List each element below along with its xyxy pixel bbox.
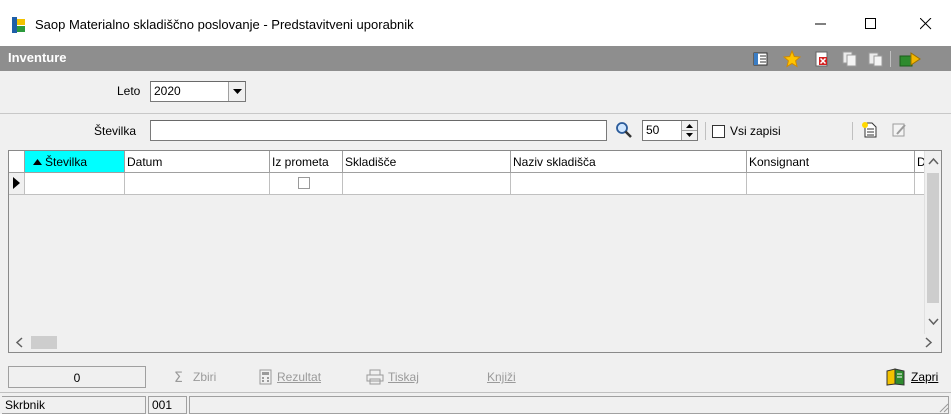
status-code-value: 001 [152,398,173,412]
horizontal-scrollbar[interactable] [9,334,941,352]
table-cell[interactable] [270,173,343,195]
scroll-left-icon[interactable] [11,334,28,351]
status-bar: Skrbnik 001 [0,392,951,414]
record-count: 0 [8,366,146,388]
table-cell[interactable] [25,173,125,195]
sort-ascending-icon [33,159,42,165]
divider [0,113,951,114]
current-row-arrow-icon [13,177,20,189]
close-icon [920,18,932,30]
table-cell[interactable] [343,173,511,195]
post-button[interactable]: Knjiži [487,366,516,388]
delete-document-icon[interactable] [813,50,831,68]
scroll-right-icon[interactable] [920,334,937,351]
status-message [189,396,949,414]
table-cell[interactable] [511,173,747,195]
svg-text:Σ: Σ [174,370,183,385]
number-label: Številka [94,124,137,138]
year-label: Leto [117,84,141,98]
paste-icon[interactable] [866,50,884,68]
calculator-icon [259,369,272,385]
scroll-up-icon[interactable] [925,153,942,170]
column-header-naziv-skladisca[interactable]: Naziv skladišča [511,151,747,173]
column-header-iz-prometa[interactable]: Iz prometa [270,151,343,173]
favorite-star-icon[interactable] [783,50,801,68]
sum-button-label: Zbiri [193,370,217,384]
column-header-skladisce[interactable]: Skladišče [343,151,511,173]
window-title: Saop Materialno skladiščno poslovanje - … [35,17,414,32]
post-button-label: Knjiži [487,370,516,384]
resize-grip-icon[interactable] [937,401,949,413]
page-size-stepper[interactable]: 50 [642,120,698,141]
sigma-icon: Σ [174,370,183,385]
column-header-label: Številka [45,155,88,169]
all-records-checkbox[interactable] [712,125,725,138]
maximize-icon [865,18,876,29]
column-header-konsignant[interactable]: Konsignant [747,151,915,173]
new-document-icon[interactable] [861,121,879,139]
all-records-label: Vsi zapisi [730,124,781,138]
column-header-label: Konsignant [749,155,810,169]
close-form-button-label: Zapri [911,370,939,384]
column-header-stevilka[interactable]: Številka [25,151,125,173]
close-form-button[interactable]: Zapri [885,366,938,388]
edit-document-icon[interactable] [890,121,908,139]
maximize-button[interactable] [848,8,894,40]
year-select[interactable]: 2020 [150,81,246,102]
window-titlebar: Saop Materialno skladiščno poslovanje - … [0,0,951,46]
toolbar-separator [852,122,853,140]
status-user-value: Skrbnik [5,398,46,412]
close-book-icon [886,368,905,386]
scrollbar-thumb[interactable] [31,336,57,349]
toolbar-separator [705,122,706,140]
minimize-icon [815,23,826,25]
print-button[interactable]: Tiskaj [366,366,419,388]
sum-button[interactable]: Σ Zbiri [173,366,216,388]
close-button[interactable] [903,8,949,40]
year-dropdown-button[interactable] [228,82,245,101]
table-cell[interactable] [747,173,915,195]
section-title: Inventure [8,50,67,65]
scrollbar-thumb[interactable] [927,173,939,303]
stepper-buttons[interactable] [681,121,697,140]
minimize-button[interactable] [798,8,844,40]
column-header-label: Skladišče [345,155,397,169]
print-button-label: Tiskaj [388,370,419,384]
vertical-scrollbar[interactable] [924,151,941,334]
printer-icon [366,369,384,385]
column-header-label: Iz prometa [272,155,329,169]
exit-icon[interactable] [899,50,921,68]
row-indicator-header [9,151,25,173]
year-value: 2020 [154,84,181,98]
scroll-down-icon[interactable] [925,313,942,330]
number-search-input[interactable] [150,120,607,141]
page-size-value: 50 [646,123,660,137]
iz-prometa-checkbox[interactable] [298,177,310,189]
record-count-value: 0 [73,371,81,385]
result-button-label: Rezultat [277,370,322,384]
row-indicator[interactable] [9,173,25,195]
stepper-arrows-icon [682,124,697,137]
status-user: Skrbnik [2,396,146,414]
column-header-label: Naziv skladišča [513,155,596,169]
chevron-down-icon [232,88,242,94]
inventory-grid[interactable]: Številka Datum Iz prometa Skladišče Nazi… [8,150,942,353]
copy-icon[interactable] [840,50,858,68]
toolbar-separator [890,51,891,67]
section-header: Inventure [0,46,951,71]
table-cell[interactable] [125,173,270,195]
status-code: 001 [148,396,187,414]
column-header-label: Datum [127,155,163,169]
search-icon[interactable] [614,121,634,139]
column-header-datum[interactable]: Datum [125,151,270,173]
app-icon [12,17,25,33]
result-button[interactable]: Rezultat [259,366,321,388]
columns-icon[interactable] [752,50,770,68]
